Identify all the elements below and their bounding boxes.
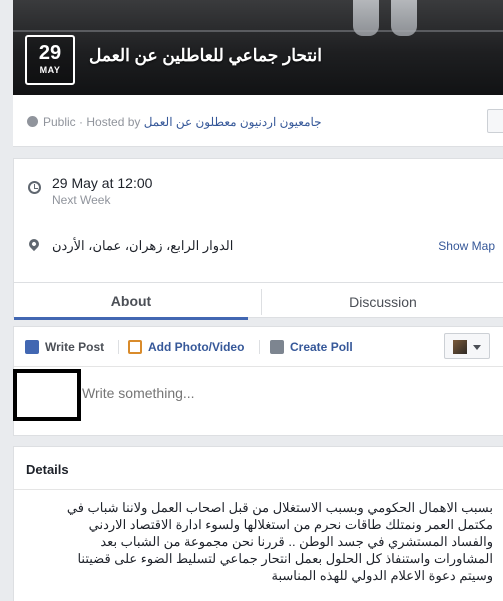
- poll-icon: [270, 340, 284, 354]
- event-date-month: MAY: [39, 65, 61, 75]
- details-line: المشاورات واستنفاذ كل الحلول بعمل انتحار…: [77, 551, 493, 566]
- cover-rail: [13, 30, 503, 32]
- event-date-day: 29: [38, 42, 62, 64]
- details-line: والفساد المستشري في جسد الوطن .. قررنا ن…: [100, 534, 493, 549]
- event-title: انتحار جماعي للعاطلين عن العمل: [89, 46, 322, 65]
- divider: [14, 489, 503, 490]
- cover-figure-leg: [353, 0, 379, 36]
- event-tabs: About Discussion: [14, 282, 503, 320]
- visibility-label: Public · Hosted by: [43, 115, 144, 129]
- tab-discussion[interactable]: Discussion: [261, 289, 503, 315]
- more-options-button[interactable]: [487, 109, 503, 133]
- details-line: بسبب الاهمال الحكومي وبسبب الاستغلال من …: [66, 500, 493, 515]
- redacted-avatar-box: [13, 369, 81, 421]
- host-link[interactable]: جامعيون اردنيون معطلون عن العمل: [144, 115, 322, 129]
- globe-icon: [27, 116, 38, 127]
- chevron-down-icon: [473, 345, 481, 350]
- write-post-label: Write Post: [45, 340, 105, 354]
- event-time: 29 May at 12:00: [52, 175, 153, 191]
- write-something-input[interactable]: [82, 385, 382, 401]
- event-cover-photo: 29 MAY انتحار جماعي للعاطلين عن العمل: [13, 0, 503, 95]
- location-pin-icon: [26, 236, 42, 252]
- event-relative-time: Next Week: [52, 193, 111, 207]
- write-post-button[interactable]: Write Post: [25, 340, 104, 354]
- add-photo-button[interactable]: Add Photo/Video: [128, 340, 244, 354]
- host-meta: Public · Hosted by جامعيون اردنيون معطلو…: [43, 115, 322, 129]
- details-card: Details بسبب الاهمال الحكومي وبسبب الاست…: [13, 446, 503, 601]
- details-line: مكتمل العمر ونمتلك طاقات نحرم من استغلال…: [88, 517, 493, 532]
- event-date-badge: 29 MAY: [25, 35, 75, 85]
- composer-actions: Write Post Add Photo/Video Create Poll: [14, 327, 503, 367]
- details-body: بسبب الاهمال الحكومي وبسبب الاستغلال من …: [24, 499, 493, 584]
- show-map-link[interactable]: Show Map: [438, 239, 495, 253]
- divider: [259, 340, 260, 354]
- pencil-icon: [25, 340, 39, 354]
- details-line: وسيتم دعوة الاعلام الدولي للهذه المناسبة: [271, 568, 493, 583]
- clock-icon: [28, 181, 41, 194]
- photo-icon: [128, 340, 142, 354]
- event-info-card: 29 May at 12:00 Next Week الدوار الرابع،…: [13, 158, 503, 320]
- tab-about[interactable]: About: [14, 283, 248, 320]
- avatar: [453, 340, 467, 354]
- add-photo-label: Add Photo/Video: [148, 340, 245, 354]
- event-location[interactable]: الدوار الرابع، زهران، عمان، الأردن: [52, 238, 233, 254]
- create-poll-button[interactable]: Create Poll: [270, 340, 353, 354]
- host-bar: Public · Hosted by جامعيون اردنيون معطلو…: [13, 95, 503, 147]
- create-poll-label: Create Poll: [290, 340, 353, 354]
- divider: [118, 340, 119, 354]
- post-composer: Write Post Add Photo/Video Create Poll: [13, 326, 503, 436]
- cover-figure-leg: [391, 0, 417, 36]
- post-as-selector[interactable]: [444, 333, 490, 359]
- details-heading: Details: [26, 462, 69, 477]
